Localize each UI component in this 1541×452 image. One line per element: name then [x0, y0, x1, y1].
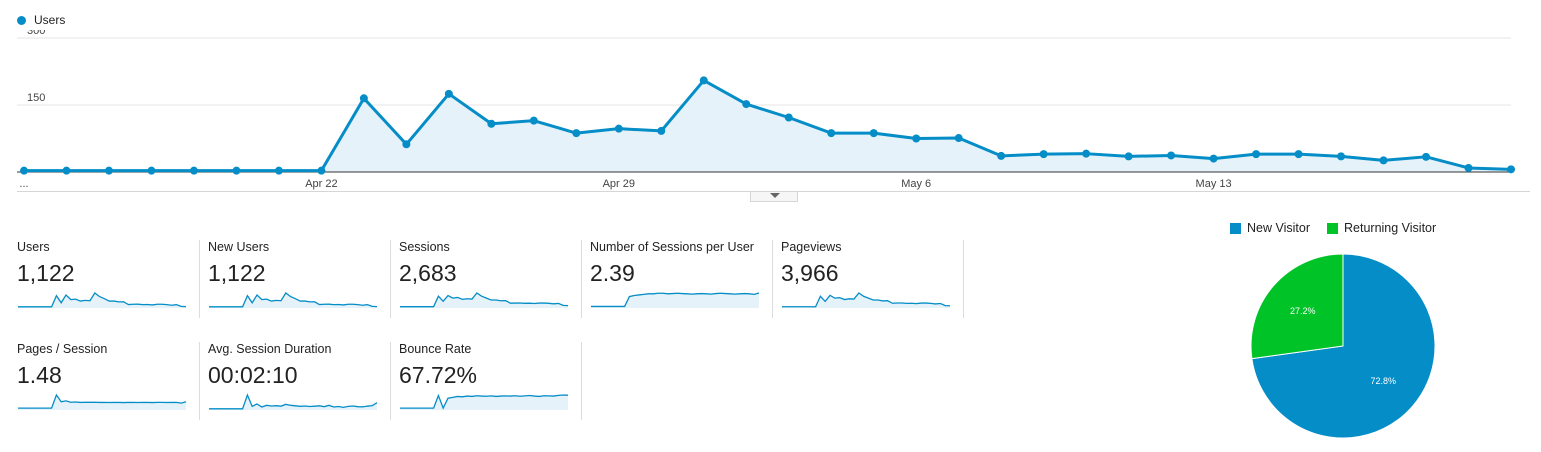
data-point	[1167, 151, 1176, 160]
x-tick-label: Apr 22	[305, 178, 337, 190]
data-point	[657, 126, 666, 135]
chart-legend[interactable]: Users	[17, 13, 65, 27]
data-point	[359, 94, 368, 103]
data-point	[232, 166, 241, 175]
y-tick-label: 300	[27, 30, 45, 37]
users-line-chart[interactable]: 300 150... Apr 22 Apr 29 May 6 May 13	[0, 30, 1541, 192]
metric-value: 67.72%	[399, 362, 478, 388]
data-point	[189, 166, 198, 175]
metric-value: 3,966	[781, 260, 839, 286]
metric-value: 1,122	[17, 260, 75, 286]
data-point	[1252, 150, 1261, 159]
metric-value: 1.48	[17, 362, 62, 388]
data-point	[912, 134, 921, 143]
metric-label: Pageviews	[781, 240, 842, 254]
data-point	[62, 166, 71, 175]
metric-label: New Users	[208, 240, 270, 254]
data-point	[784, 113, 793, 122]
data-point	[614, 124, 623, 133]
data-point	[1294, 150, 1303, 159]
pie-legend-label: New Visitor	[1247, 221, 1310, 235]
sparkline	[209, 393, 378, 410]
sparkline-area	[400, 293, 568, 308]
sparkline-area	[591, 293, 759, 308]
data-point	[1422, 152, 1431, 161]
sparkline	[18, 292, 187, 308]
metric-label: Avg. Session Duration	[208, 342, 332, 356]
data-point	[274, 166, 283, 175]
metric-label: Users	[17, 240, 50, 254]
metric-users[interactable]: Users 1,122	[17, 240, 200, 318]
metric-label: Number of Sessions per User	[590, 240, 754, 254]
metric-pages-per-session[interactable]: Pages / Session 1.48	[17, 342, 200, 420]
metric-label: Bounce Rate	[399, 342, 472, 356]
data-point	[997, 151, 1006, 160]
sparkline	[400, 292, 569, 308]
sparkline	[591, 292, 760, 308]
data-point	[699, 76, 708, 85]
data-point	[104, 166, 113, 175]
data-point	[147, 166, 156, 175]
data-point	[1337, 152, 1346, 161]
y-tick-label: 150	[27, 92, 45, 104]
data-point	[402, 140, 411, 149]
collapse-chart-button[interactable]	[750, 192, 798, 202]
data-point	[1507, 165, 1515, 174]
sparkline-area	[209, 395, 377, 410]
pie-legend-new-visitor[interactable]: New Visitor	[1230, 221, 1310, 235]
data-point	[1379, 156, 1388, 165]
data-point	[1039, 150, 1048, 159]
pie-slice-label: 27.2%	[1290, 306, 1316, 316]
data-point	[827, 129, 836, 138]
data-point	[444, 89, 453, 98]
sparkline-area	[18, 293, 186, 308]
metric-value: 00:02:10	[208, 362, 298, 388]
metric-value: 1,122	[208, 260, 266, 286]
data-point	[869, 129, 878, 138]
visitor-type-pie-chart[interactable]: 72.8% 27.2%	[1250, 253, 1436, 439]
metric-avg-session-duration[interactable]: Avg. Session Duration 00:02:10	[208, 342, 391, 420]
data-point	[487, 119, 496, 128]
data-point	[1124, 152, 1133, 161]
x-tick-label: May 6	[901, 178, 931, 190]
data-point	[742, 100, 751, 109]
sparkline	[400, 393, 569, 410]
metric-sessions[interactable]: Sessions 2,683	[399, 240, 582, 318]
pie-legend-label: Returning Visitor	[1344, 221, 1437, 235]
series-area	[24, 80, 1511, 172]
pie-slice-label: 72.8%	[1370, 376, 1396, 386]
metric-value: 2.39	[590, 260, 635, 286]
metric-sessions-per-user[interactable]: Number of Sessions per User 2.39	[590, 240, 773, 318]
sparkline	[18, 393, 187, 410]
data-point	[954, 134, 963, 143]
data-point	[1464, 163, 1473, 172]
data-point	[1082, 149, 1091, 158]
x-tick-label: May 13	[1196, 178, 1232, 190]
x-tick-label: Apr 29	[603, 178, 635, 190]
data-point	[529, 116, 538, 125]
legend-swatch-icon	[1327, 222, 1338, 234]
metric-label: Pages / Session	[17, 342, 108, 356]
sparkline	[782, 292, 951, 308]
x-tick-label: ...	[19, 178, 28, 190]
data-point	[317, 166, 326, 175]
legend-dot-icon	[17, 15, 26, 25]
metric-bounce-rate[interactable]: Bounce Rate 67.72%	[399, 342, 582, 420]
chevron-down-icon	[770, 193, 780, 198]
metric-pageviews[interactable]: Pageviews 3,966	[781, 240, 964, 318]
legend-label: Users	[34, 13, 66, 27]
data-point	[572, 129, 581, 138]
metric-value: 2,683	[399, 260, 457, 286]
data-point	[20, 166, 28, 175]
metric-new-users[interactable]: New Users 1,122	[208, 240, 391, 318]
sparkline-area	[209, 293, 377, 308]
pie-legend-returning-visitor[interactable]: Returning Visitor	[1327, 221, 1436, 235]
sparkline	[209, 292, 378, 308]
metric-label: Sessions	[399, 240, 450, 254]
sparkline-area	[782, 293, 950, 308]
data-point	[1209, 154, 1218, 163]
legend-swatch-icon	[1230, 222, 1241, 234]
